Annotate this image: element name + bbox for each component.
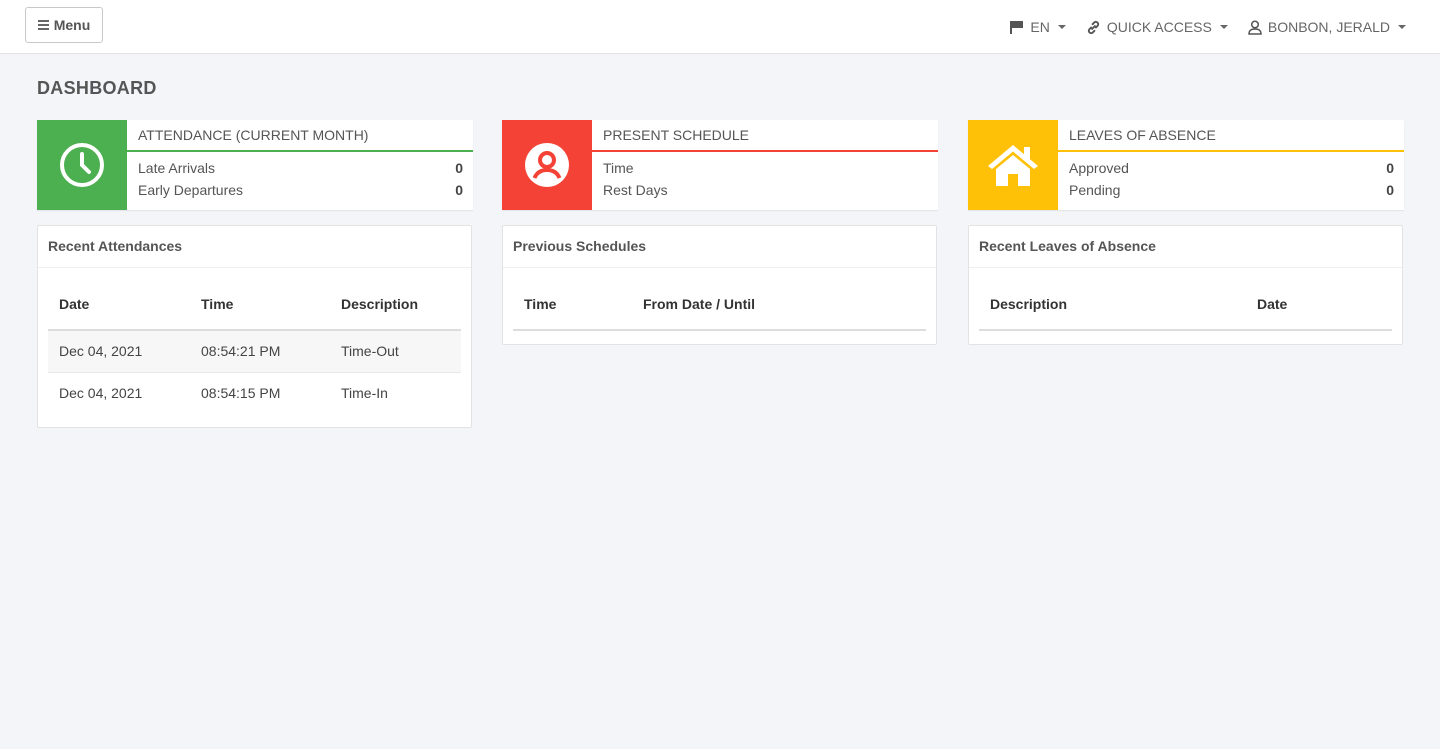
schedule-time-label: Time (603, 160, 634, 176)
early-departures-row: Early Departures 0 (138, 179, 463, 201)
column-header-date[interactable]: Date (48, 278, 190, 331)
attendance-time-cell: 08:54:15 PM (201, 385, 281, 402)
approved-label: Approved (1069, 160, 1129, 176)
attendance-title: ATTENDANCE (CURRENT MONTH) (127, 120, 473, 152)
top-navbar: Menu EN QUICK ACCESS BONBON, JERALD (0, 0, 1440, 54)
column-header-time[interactable]: Time (190, 278, 330, 331)
recent-leaves-panel: Recent Leaves of Absence Description Dat… (968, 225, 1403, 345)
pending-row: Pending 0 (1069, 179, 1394, 201)
user-name: BONBON, JERALD (1267, 19, 1390, 35)
late-arrivals-value: 0 (455, 160, 463, 176)
caret-down-icon (1219, 25, 1228, 29)
table-header-row: Time From Date / Until (513, 278, 926, 331)
flag-icon (1010, 21, 1024, 34)
clock-icon (60, 143, 104, 187)
recent-leaves-table: Description Date (979, 278, 1392, 331)
leaves-info-box: LEAVES OF ABSENCE Approved 0 Pending 0 (968, 120, 1404, 210)
page-title: DASHBOARD (37, 78, 157, 98)
table-row: Dec 04, 2021 08:54:15 PM Time-In (48, 372, 461, 414)
column-header-description[interactable]: Description (979, 278, 1246, 331)
approved-value: 0 (1386, 160, 1394, 176)
previous-schedules-title: Previous Schedules (503, 226, 936, 268)
column-header-description[interactable]: Description (330, 278, 461, 331)
menu-button[interactable]: Menu (25, 7, 103, 43)
previous-schedules-table: Time From Date / Until (513, 278, 926, 331)
pending-label: Pending (1069, 182, 1121, 198)
attendance-date-cell: Dec 04, 2021 (48, 330, 190, 373)
table-header-row: Date Time Description (48, 278, 461, 331)
attendance-time-cell: 08:54:21 PM (190, 330, 330, 373)
pending-value: 0 (1386, 182, 1394, 198)
quick-access-dropdown[interactable]: QUICK ACCESS (1086, 19, 1228, 35)
recent-leaves-title: Recent Leaves of Absence (969, 226, 1402, 268)
recent-attendances-panel: Recent Attendances Date Time Description… (37, 225, 472, 428)
late-arrivals-row: Late Arrivals 0 (138, 157, 463, 179)
caret-down-icon (1398, 25, 1406, 29)
leaves-title: LEAVES OF ABSENCE (1058, 120, 1404, 152)
quick-access-label: QUICK ACCESS (1106, 19, 1212, 35)
approved-row: Approved 0 (1069, 157, 1394, 179)
hamburger-icon (37, 20, 49, 30)
early-departures-value: 0 (455, 182, 463, 198)
language-dropdown[interactable]: EN (1009, 19, 1066, 35)
attendance-description-cell: Time-In (341, 385, 388, 402)
present-schedule-title: PRESENT SCHEDULE (592, 120, 938, 152)
late-arrivals-label: Late Arrivals (138, 160, 216, 176)
recent-attendances-title: Recent Attendances (38, 226, 471, 268)
home-icon (988, 145, 1038, 186)
column-header-date[interactable]: Date (1246, 278, 1392, 331)
user-dropdown[interactable]: BONBON, JERALD (1248, 19, 1406, 35)
table-header-row: Description Date (979, 278, 1392, 331)
leaves-icon-area (968, 120, 1058, 210)
present-schedule-info-box: PRESENT SCHEDULE Time Rest Days (502, 120, 938, 210)
attendance-date-cell: Dec 04, 2021 (59, 385, 143, 402)
rest-days-row: Rest Days (603, 179, 928, 201)
previous-schedules-panel: Previous Schedules Time From Date / Unti… (502, 225, 937, 345)
schedule-icon-area (502, 120, 592, 210)
rest-days-label: Rest Days (603, 182, 668, 198)
column-header-time[interactable]: Time (513, 278, 632, 331)
link-icon (1087, 20, 1099, 34)
menu-button-label: Menu (53, 17, 91, 33)
language-label: EN (1030, 19, 1050, 35)
caret-down-icon (1057, 25, 1066, 29)
navbar-right: EN QUICK ACCESS BONBON, JERALD (1009, 0, 1406, 54)
user-icon (1248, 19, 1262, 35)
column-header-from-date-until[interactable]: From Date / Until (632, 278, 926, 331)
recent-attendances-table: Date Time Description Dec 04, 2021 08:54… (48, 278, 461, 414)
early-departures-label: Early Departures (138, 182, 244, 198)
table-row: Dec 04, 2021 08:54:21 PM Time-Out (48, 330, 461, 373)
attendance-icon-area (37, 120, 127, 210)
schedule-time-row: Time (603, 157, 928, 179)
user-circle-icon (525, 143, 569, 187)
attendance-info-box: ATTENDANCE (CURRENT MONTH) Late Arrivals… (37, 120, 473, 210)
attendance-description-cell: Time-Out (330, 330, 461, 373)
